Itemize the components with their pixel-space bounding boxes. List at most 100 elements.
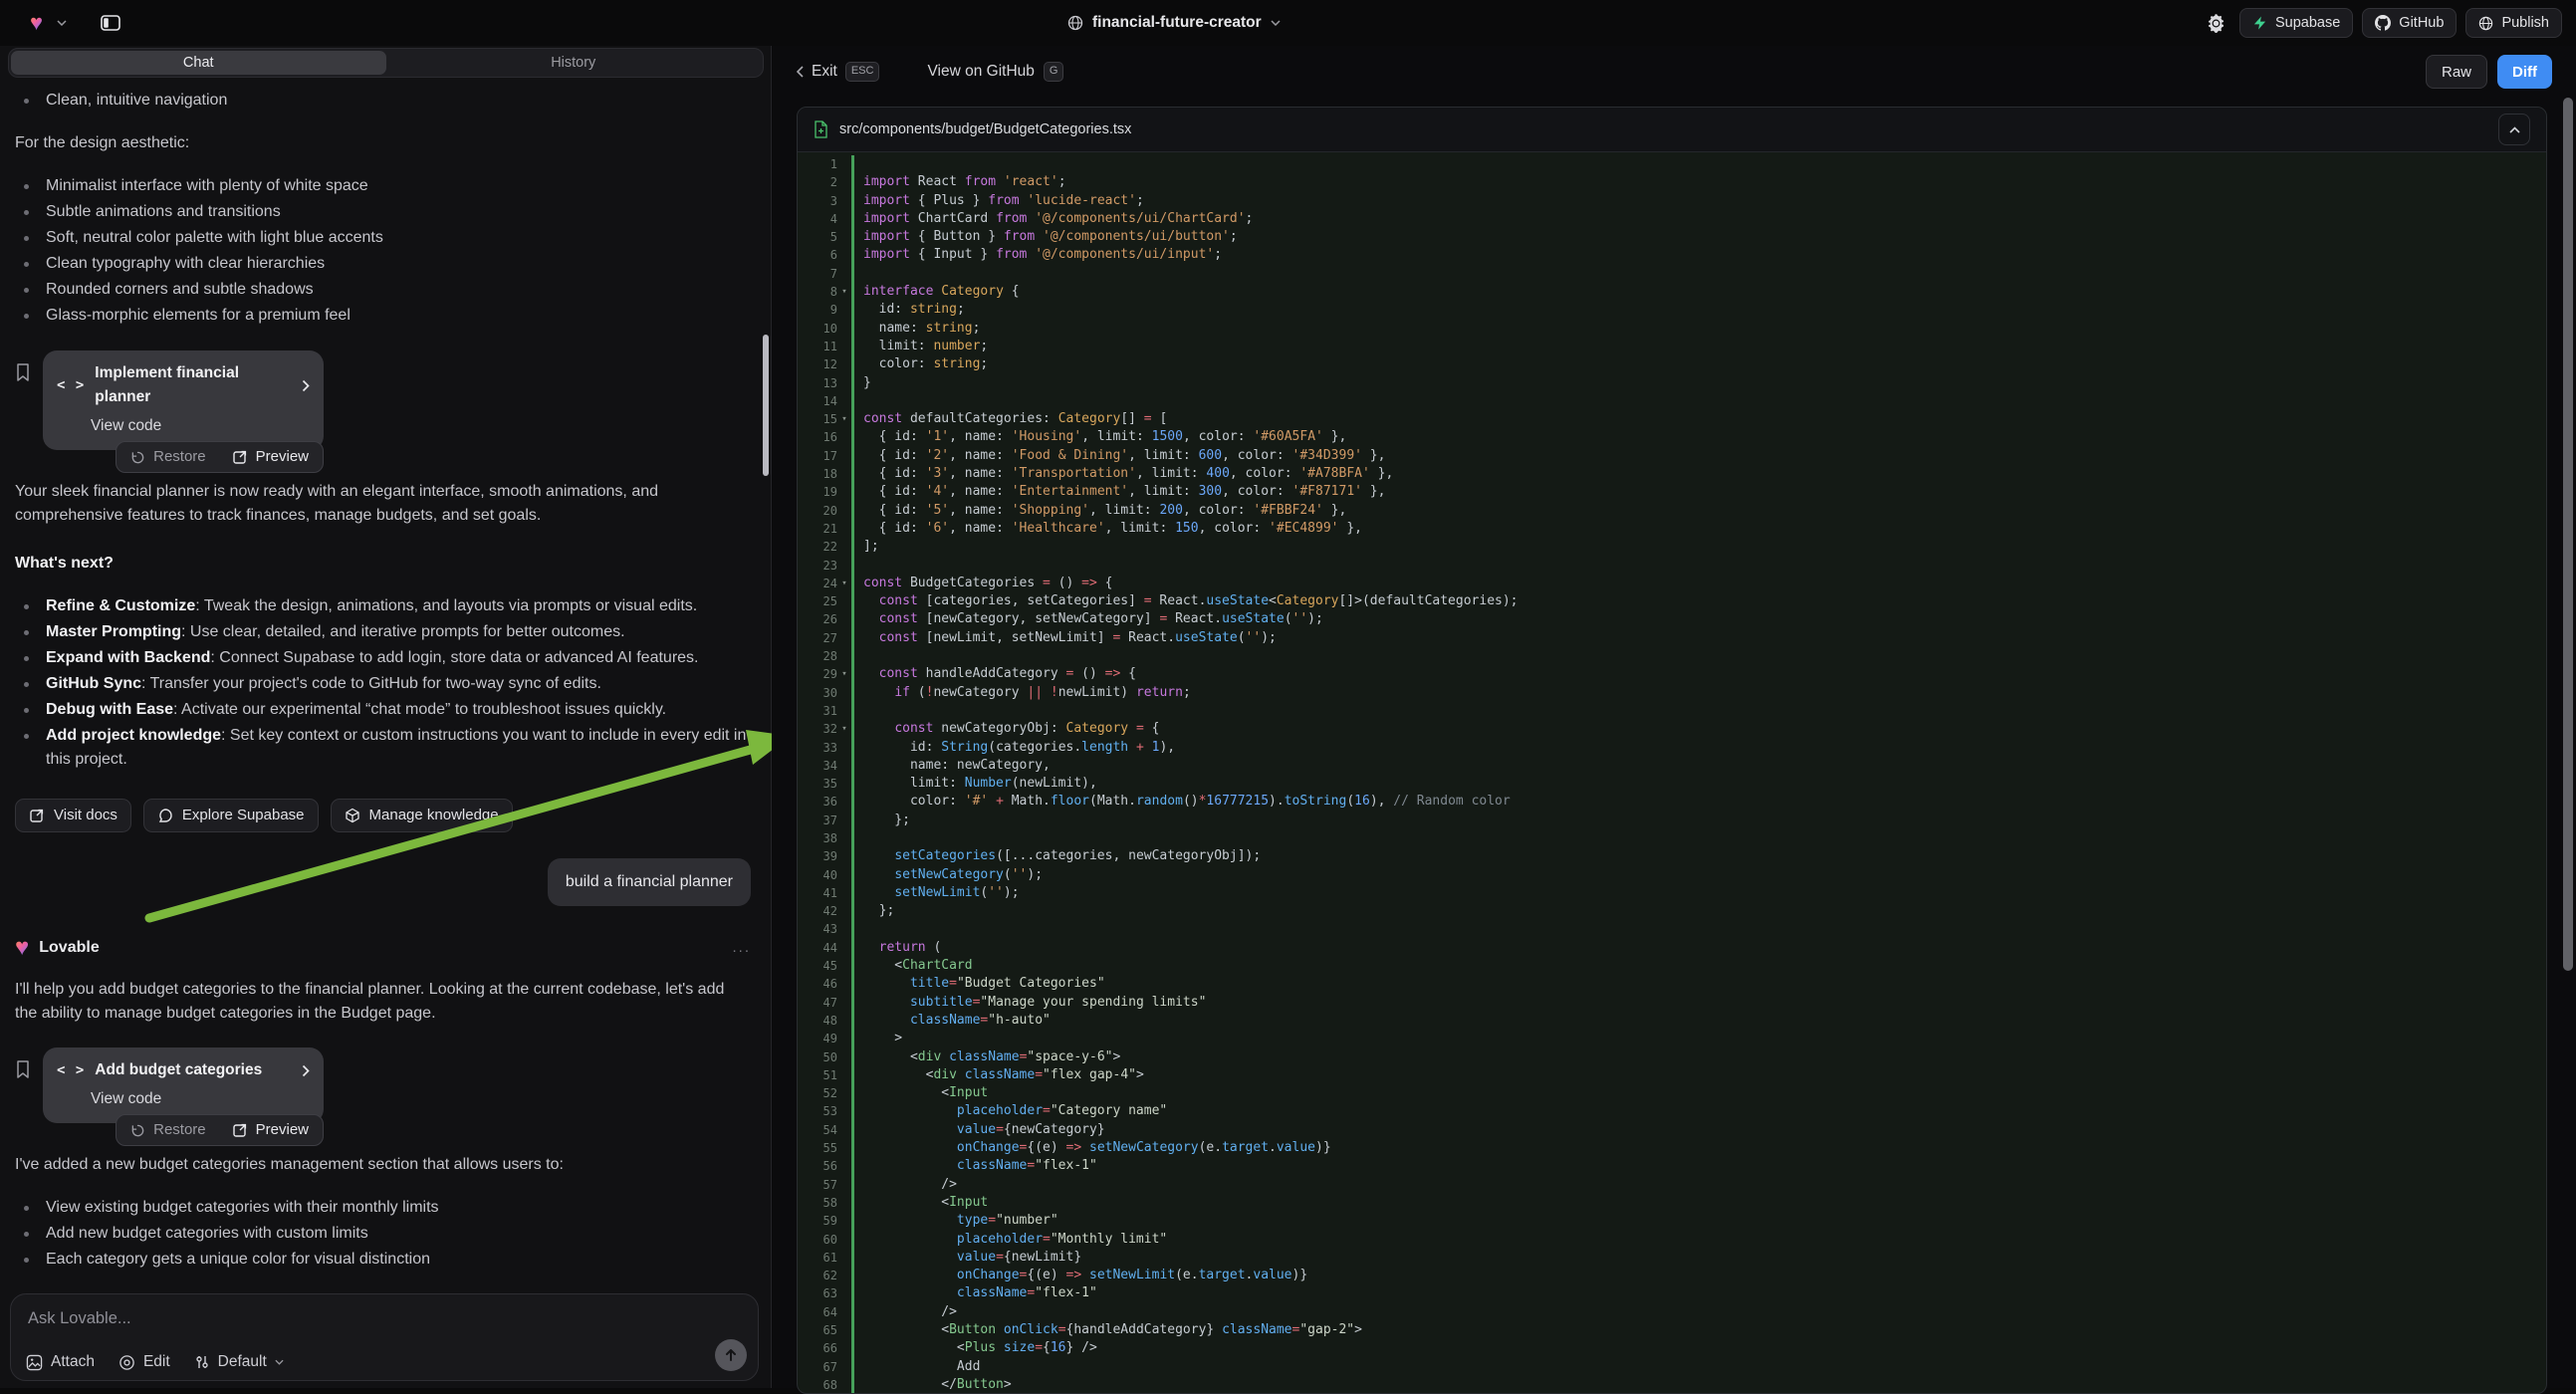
code-text: const handleAddCategory = () => { <box>863 665 1136 683</box>
send-button[interactable] <box>715 1339 747 1371</box>
line-number: 9 <box>798 301 837 319</box>
view-code-link[interactable]: View code <box>91 1087 310 1111</box>
chevron-up-icon <box>2509 126 2520 133</box>
github-button[interactable]: GitHub <box>2362 8 2457 38</box>
diff-added-bar <box>851 575 854 592</box>
tab-chat[interactable]: Chat <box>11 51 386 75</box>
diff-added-bar <box>851 265 854 283</box>
project-switcher[interactable]: financial-future-creator <box>1067 0 1281 46</box>
diff-added-bar <box>851 173 854 191</box>
diff-added-bar <box>851 538 854 556</box>
chevron-down-icon <box>1271 20 1281 26</box>
line-number: 58 <box>798 1194 837 1212</box>
fold-gutter <box>837 1030 851 1047</box>
code-line: 46 title="Budget Categories" <box>798 975 2546 993</box>
diff-added-bar <box>851 975 854 993</box>
version-card[interactable]: < >Implement financial plannerView codeR… <box>43 350 324 450</box>
settings-button[interactable] <box>2203 8 2230 38</box>
sidebar-toggle-button[interactable] <box>97 8 124 38</box>
mode-select[interactable]: Default <box>194 1353 284 1371</box>
code-line: 59 type="number" <box>798 1212 2546 1230</box>
fold-chevron-icon[interactable]: ▾ <box>837 720 851 738</box>
diff-added-bar <box>851 1012 854 1030</box>
line-number: 40 <box>798 866 837 884</box>
publish-button[interactable]: Publish <box>2465 8 2562 38</box>
fold-chevron-icon[interactable]: ▾ <box>837 665 851 683</box>
code-line: 26 const [newCategory, setNewCategory] =… <box>798 610 2546 628</box>
collapse-file-button[interactable] <box>2498 114 2530 145</box>
fold-gutter <box>837 520 851 538</box>
version-card[interactable]: < >Add budget categoriesView codeRestore… <box>43 1047 324 1123</box>
line-number: 3 <box>798 192 837 210</box>
fold-gutter <box>837 647 851 665</box>
attach-button[interactable]: Attach <box>26 1353 95 1371</box>
preview-button[interactable]: Preview <box>232 1118 309 1142</box>
code-line: 51 <div className="flex gap-4"> <box>798 1066 2546 1084</box>
line-number: 57 <box>798 1176 837 1194</box>
fold-chevron-icon[interactable]: ▾ <box>837 410 851 428</box>
exit-button[interactable]: Exit ESC <box>797 62 879 81</box>
message-bullet-list: Minimalist interface with plenty of whit… <box>15 173 751 329</box>
view-on-github-button[interactable]: View on GitHub G <box>927 62 1063 81</box>
code-text: import ChartCard from '@/components/ui/C… <box>863 210 1253 228</box>
fold-chevron-icon[interactable]: ▾ <box>837 575 851 592</box>
tab-history[interactable]: History <box>386 51 762 75</box>
code-text: const BudgetCategories = () => { <box>863 575 1112 592</box>
code-text: import { Plus } from 'lucide-react'; <box>863 192 1144 210</box>
fold-gutter <box>837 775 851 793</box>
edit-button[interactable]: Edit <box>118 1353 170 1371</box>
message-heading: What's next? <box>15 552 751 576</box>
line-number: 62 <box>798 1267 837 1284</box>
chat-scrollbar[interactable] <box>763 335 769 476</box>
list-item: Clean, intuitive navigation <box>15 88 751 114</box>
chat-message-list[interactable]: Clean, intuitive navigationFor the desig… <box>0 84 766 1292</box>
message-paragraph: Your sleek financial planner is now read… <box>15 480 751 528</box>
bookmark-icon[interactable] <box>15 1047 31 1079</box>
code-line: 40 setNewCategory(''); <box>798 866 2546 884</box>
file-header[interactable]: src/components/budget/BudgetCategories.t… <box>798 108 2546 152</box>
restore-button[interactable]: Restore <box>130 1118 206 1142</box>
message-menu-button[interactable]: ... <box>732 936 751 960</box>
view-code-link[interactable]: View code <box>91 414 310 438</box>
code-text: const [newCategory, setNewCategory] = Re… <box>863 610 1323 628</box>
version-card-title: Implement financial planner <box>95 361 292 409</box>
line-number: 34 <box>798 757 837 775</box>
fold-chevron-icon[interactable]: ▾ <box>837 283 851 301</box>
chip-manage-knowledge[interactable]: Manage knowledge <box>331 799 513 832</box>
line-number: 17 <box>798 447 837 465</box>
restore-button[interactable]: Restore <box>130 445 206 469</box>
window-scrollbar[interactable] <box>2563 98 2573 971</box>
line-number: 14 <box>798 392 837 410</box>
chevron-down-icon[interactable] <box>57 20 67 26</box>
code-text: /> <box>863 1176 957 1194</box>
fold-gutter <box>837 1194 851 1212</box>
chat-input-box[interactable]: Ask Lovable... Attach Edit Default <box>10 1293 759 1381</box>
diff-toggle-button[interactable]: Diff <box>2497 55 2552 89</box>
bookmark-icon[interactable] <box>15 350 31 382</box>
diff-added-bar <box>851 829 854 847</box>
code-line: 32▾ const newCategoryObj: Category = { <box>798 720 2546 738</box>
diff-added-bar <box>851 447 854 465</box>
chip-visit-docs[interactable]: Visit docs <box>15 799 131 832</box>
code-line: 53 placeholder="Category name" <box>798 1102 2546 1120</box>
line-number: 37 <box>798 812 837 829</box>
chat-input-placeholder[interactable]: Ask Lovable... <box>28 1309 131 1328</box>
fold-gutter <box>837 1084 851 1102</box>
chip-explore-supabase[interactable]: Explore Supabase <box>143 799 319 832</box>
preview-button[interactable]: Preview <box>232 445 309 469</box>
fold-gutter <box>837 265 851 283</box>
code-line: 34 name: newCategory, <box>798 757 2546 775</box>
line-number: 7 <box>798 265 837 283</box>
code-text: onChange={(e) => setNewLimit(e.target.va… <box>863 1267 1307 1284</box>
lovable-logo-icon[interactable]: ♥ <box>30 12 43 34</box>
code-line: 6import { Input } from '@/components/ui/… <box>798 246 2546 264</box>
supabase-button[interactable]: Supabase <box>2239 8 2353 38</box>
code-text: <div className="flex gap-4"> <box>863 1066 1144 1084</box>
code-text: } <box>863 374 871 392</box>
code-line: 1 <box>798 155 2546 173</box>
diff-added-bar <box>851 392 854 410</box>
fold-gutter <box>837 757 851 775</box>
code-diff-view[interactable]: 12import React from 'react';3import { Pl… <box>798 153 2546 1393</box>
raw-toggle-button[interactable]: Raw <box>2426 55 2487 89</box>
diff-added-bar <box>851 739 854 757</box>
